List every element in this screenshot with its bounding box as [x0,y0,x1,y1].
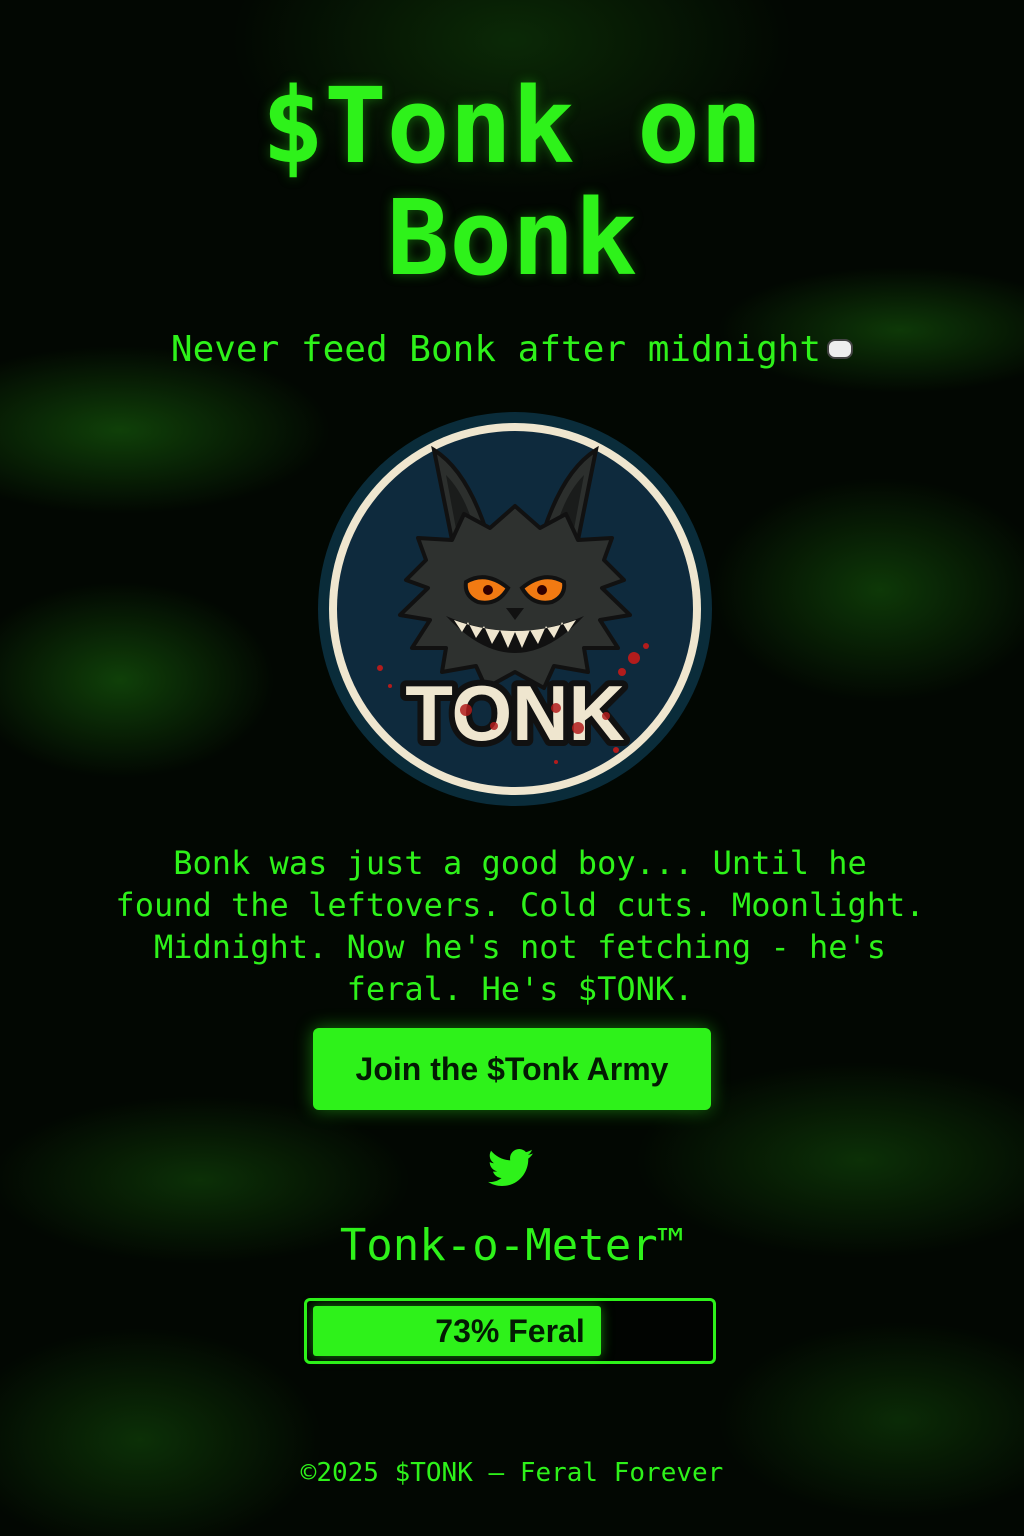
title-line-1: $Tonk on [261,65,763,187]
twitter-icon[interactable] [488,1148,534,1188]
backstory-text: Bonk was just a good boy... Until he fou… [100,842,940,1010]
meter-title: Tonk-o-Meter™ [339,1220,685,1271]
landing-page: $Tonk on Bonk Never feed Bonk after midn… [0,0,1024,1536]
page-title: $Tonk on Bonk [0,70,1024,294]
title-line-2: Bonk [386,177,638,299]
logo-text: TONK [405,669,625,757]
story-line-4: feral. He's $TONK. [346,970,694,1008]
teeth-emoji-icon [827,339,854,359]
tonk-o-meter: 73% Feral [304,1298,716,1364]
tagline: Never feed Bonk after midnight [0,328,1024,372]
tagline-text: Never feed Bonk after midnight [170,329,822,370]
story-line-2: found the leftovers. Cold cuts. Moonligh… [115,886,925,924]
footer-copyright: ©2025 $TONK – Feral Forever [300,1458,724,1488]
tonk-logo: TONK TONK [316,410,714,808]
story-line-3: Midnight. Now he's not fetching - he's [153,928,887,966]
meter-label: 73% Feral [435,1313,585,1349]
monster-logo-icon: TONK TONK [318,412,712,806]
join-army-button[interactable]: Join the $Tonk Army [313,1028,711,1110]
story-line-1: Bonk was just a good boy... Until he [173,844,867,882]
